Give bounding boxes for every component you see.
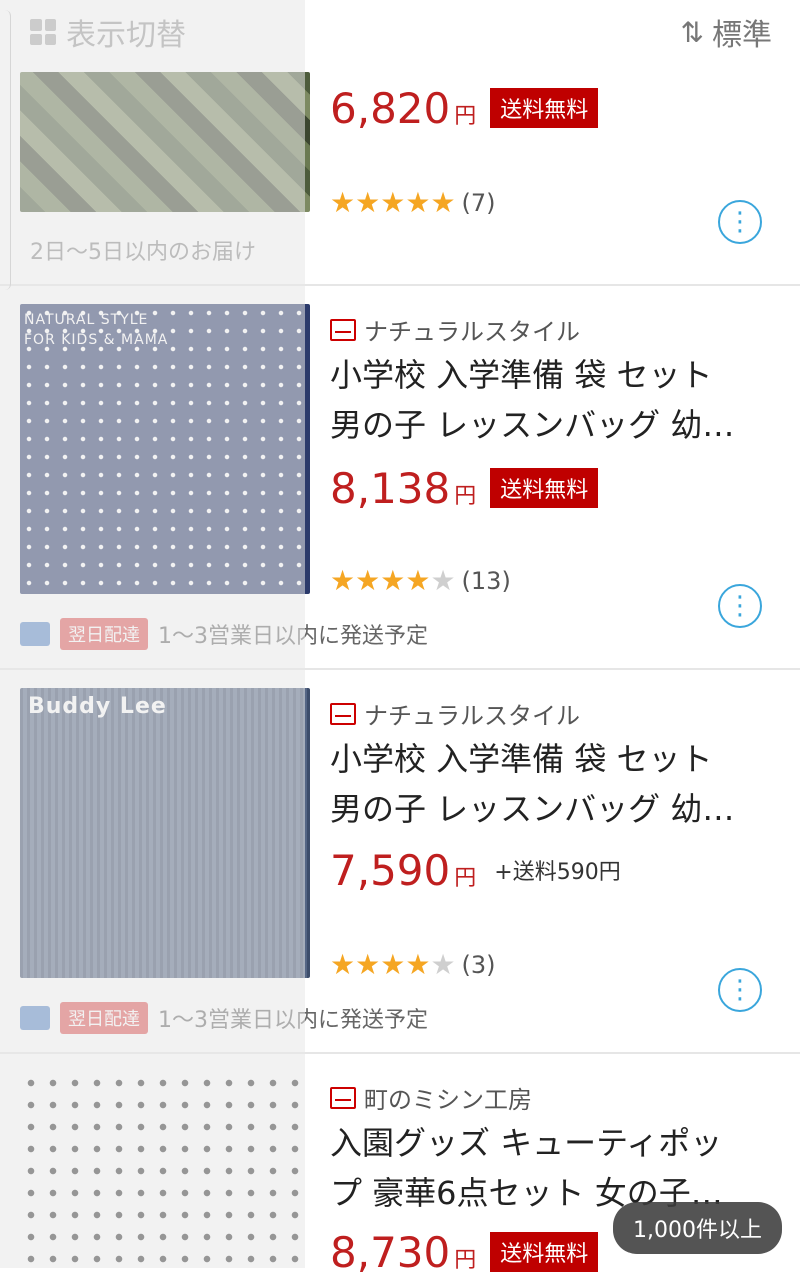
shop-name[interactable]: ナチュラルスタイル <box>330 696 580 731</box>
product-price: 8,730 円 送料無料 <box>330 1228 599 1278</box>
product-thumbnail[interactable] <box>20 1072 310 1268</box>
star-empty-icon: ★ <box>430 564 456 597</box>
next-day-badge: 翌日配達 <box>60 618 148 650</box>
star-icon: ★ <box>380 948 406 981</box>
star-icon: ★ <box>355 564 381 597</box>
divider <box>0 668 800 670</box>
shop-name[interactable]: ナチュラルスタイル <box>330 312 580 347</box>
divider <box>0 284 800 286</box>
delivery-text: 1〜3営業日以内に発送予定 <box>158 624 428 649</box>
shop-name-label: ナチュラルスタイル <box>364 318 580 346</box>
delivery-info: 翌日配達 1〜3営業日以内に発送予定 <box>20 1002 428 1034</box>
price-unit: 円 <box>454 104 477 129</box>
shop-name-label: ナチュラルスタイル <box>364 702 580 730</box>
price-value: 7,590 <box>330 846 451 895</box>
thumbnail-caption: NATURAL STYLE <box>24 312 149 328</box>
shop-name[interactable]: 町のミシン工房 <box>330 1080 532 1115</box>
star-icon: ★ <box>405 948 431 981</box>
rating-count: (3) <box>461 950 496 979</box>
delivery-info: 2日〜5日以内のお届け <box>30 240 256 265</box>
star-empty-icon: ★ <box>430 948 456 981</box>
price-value: 8,138 <box>330 464 451 513</box>
product-thumbnail[interactable]: Buddy Lee <box>20 688 310 978</box>
free-shipping-badge: 送料無料 <box>490 1232 599 1272</box>
product-thumbnail[interactable] <box>20 72 310 212</box>
product-price: 7,590 円 +送料590円 <box>330 846 621 895</box>
product-title-line: 男の子 レッスンバッグ 幼… <box>330 406 735 444</box>
divider <box>0 1052 800 1054</box>
free-shipping-badge: 送料無料 <box>490 88 599 128</box>
more-options-button[interactable]: ⋮ <box>718 200 762 244</box>
delivery-text: 1〜3営業日以内に発送予定 <box>158 1008 428 1033</box>
product-thumbnail[interactable]: NATURAL STYLE FOR KIDS & MAMA <box>20 304 310 594</box>
star-icon: ★ <box>405 564 431 597</box>
delivery-box-icon <box>20 622 50 646</box>
star-icon: ★ <box>355 186 381 219</box>
shop-name-label: 町のミシン工房 <box>364 1086 532 1114</box>
sort-label: 標準 <box>712 18 772 53</box>
product-title[interactable]: 小学校 入学準備 袋 セット 男の子 レッスンバッグ 幼… <box>330 350 770 450</box>
delivery-info: 翌日配達 1〜3営業日以内に発送予定 <box>20 618 428 650</box>
more-options-button[interactable]: ⋮ <box>718 968 762 1012</box>
star-icon: ★ <box>330 564 356 597</box>
rating-count: (7) <box>461 188 496 217</box>
sort-button[interactable]: ⇅ 標準 <box>681 10 772 54</box>
delivery-box-icon <box>20 1006 50 1030</box>
product-rating: ★ ★ ★ ★ ★ (13) <box>330 564 511 597</box>
shipping-fee: +送料590円 <box>494 860 621 885</box>
star-icon: ★ <box>405 186 431 219</box>
product-title-line: 小学校 入学準備 袋 セット <box>330 356 713 394</box>
star-icon: ★ <box>380 564 406 597</box>
grid-icon <box>30 19 56 45</box>
more-options-button[interactable]: ⋮ <box>718 584 762 628</box>
store-icon <box>330 1086 356 1109</box>
star-icon: ★ <box>380 186 406 219</box>
store-icon <box>330 318 356 341</box>
product-price: 6,820 円 送料無料 <box>330 84 599 134</box>
product-title-line: 入園グッズ キューティポッ <box>330 1124 723 1162</box>
price-unit: 円 <box>454 1248 477 1273</box>
product-title-line: 小学校 入学準備 袋 セット <box>330 740 713 778</box>
top-bar: 表示切替 ⇅ 標準 <box>0 0 800 56</box>
drawer-handle[interactable] <box>0 10 11 290</box>
sort-icon: ⇅ <box>680 15 704 49</box>
price-value: 6,820 <box>330 84 451 133</box>
price-value: 8,730 <box>330 1228 451 1277</box>
price-unit: 円 <box>454 866 477 891</box>
star-icon: ★ <box>355 948 381 981</box>
star-icon: ★ <box>430 186 456 219</box>
view-toggle-button[interactable]: 表示切替 <box>30 10 186 54</box>
star-icon: ★ <box>330 948 356 981</box>
thumbnail-caption: FOR KIDS & MAMA <box>24 332 169 348</box>
view-toggle-label: 表示切替 <box>66 18 186 53</box>
store-icon <box>330 702 356 725</box>
product-rating: ★ ★ ★ ★ ★ (7) <box>330 186 496 219</box>
next-day-badge: 翌日配達 <box>60 1002 148 1034</box>
product-title[interactable]: 小学校 入学準備 袋 セット 男の子 レッスンバッグ 幼… <box>330 734 770 834</box>
rating-count: (13) <box>461 566 511 595</box>
thumbnail-caption: Buddy Lee <box>28 694 167 719</box>
product-title-line: 男の子 レッスンバッグ 幼… <box>330 790 735 828</box>
star-icon: ★ <box>330 186 356 219</box>
free-shipping-badge: 送料無料 <box>490 468 599 508</box>
price-unit: 円 <box>454 484 477 509</box>
result-count-badge: 1,000件以上 <box>613 1202 782 1254</box>
product-price: 8,138 円 送料無料 <box>330 464 599 514</box>
product-rating: ★ ★ ★ ★ ★ (3) <box>330 948 496 981</box>
